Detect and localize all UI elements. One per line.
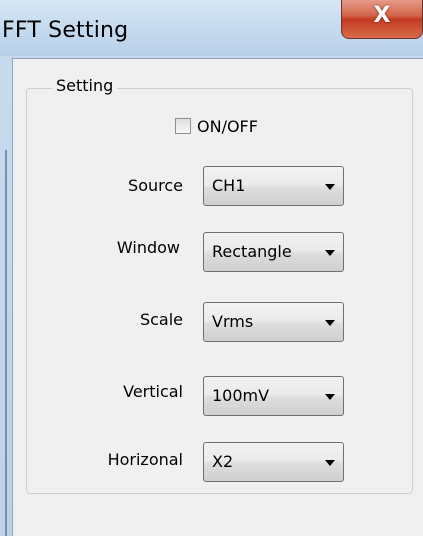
window-select[interactable]: Rectangle	[203, 232, 344, 272]
window-left-border	[5, 150, 7, 536]
horizonal-select[interactable]: X2	[203, 442, 344, 482]
source-label: Source	[128, 176, 183, 195]
groupbox-title: Setting	[52, 76, 118, 96]
source-value: CH1	[212, 176, 246, 195]
window-value: Rectangle	[212, 242, 292, 261]
close-button[interactable]: X	[341, 0, 423, 39]
chevron-down-icon	[325, 250, 335, 256]
horizonal-value: X2	[212, 452, 234, 471]
vertical-label: Vertical	[123, 382, 183, 401]
scale-label: Scale	[139, 310, 183, 329]
source-select[interactable]: CH1	[203, 166, 344, 206]
window-title: FFT Setting	[2, 18, 129, 43]
title-bar[interactable]: FFT Setting X	[0, 0, 423, 56]
vertical-select[interactable]: 100mV	[203, 376, 344, 416]
checkbox-icon[interactable]	[175, 118, 191, 134]
close-icon: X	[373, 3, 391, 28]
horizonal-label: Horizonal	[107, 450, 183, 469]
chevron-down-icon	[325, 184, 335, 190]
scale-value: Vrms	[212, 312, 254, 331]
chevron-down-icon	[325, 460, 335, 466]
on-off-checkbox[interactable]: ON/OFF	[175, 116, 258, 136]
setting-groupbox	[26, 88, 413, 494]
vertical-value: 100mV	[212, 386, 270, 405]
window-label: Window	[116, 238, 180, 257]
on-off-label: ON/OFF	[197, 116, 258, 136]
scale-select[interactable]: Vrms	[203, 302, 344, 342]
chevron-down-icon	[325, 394, 335, 400]
fft-setting-window: FFT Setting X Setting ON/OFF Source CH1 …	[0, 0, 423, 536]
chevron-down-icon	[325, 320, 335, 326]
